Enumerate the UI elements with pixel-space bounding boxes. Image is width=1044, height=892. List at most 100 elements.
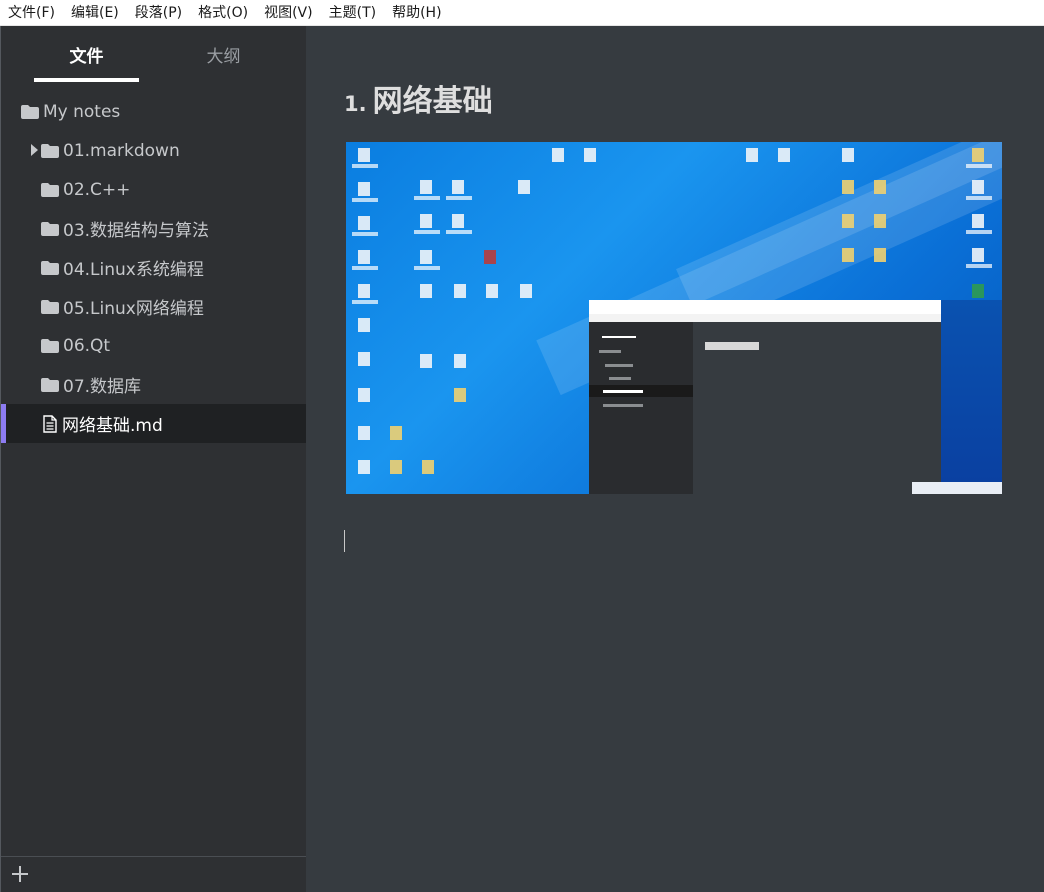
nested-tree-row (599, 350, 621, 353)
desktop-icon (454, 354, 466, 368)
desktop-icon-label (966, 196, 992, 200)
desktop-icon (972, 148, 984, 162)
desktop-icon-label (966, 164, 992, 168)
desktop-icon-label (352, 198, 378, 202)
file-tree: My notes 01.markdown 02.C++ 03.数据结构与算法 0… (1, 92, 306, 443)
menu-view[interactable]: 视图(V) (256, 0, 321, 26)
desktop-icon-label (966, 264, 992, 268)
tree-item-02-cpp[interactable]: 02.C++ (1, 170, 306, 209)
tree-root-my-notes[interactable]: My notes (1, 92, 306, 131)
tree-item-04-linux-system[interactable]: 04.Linux系统编程 (1, 248, 306, 287)
desktop-icon (452, 180, 464, 194)
menu-edit[interactable]: 编辑(E) (63, 0, 127, 26)
tree-item-label: 02.C++ (63, 179, 131, 200)
sidebar: 文件 大纲 My notes 01.markdown 02.C++ 03.数据结… (0, 26, 306, 892)
nested-window-editor (693, 322, 941, 494)
system-tray (912, 482, 1002, 494)
desktop-icon (358, 182, 370, 196)
nested-tree-row (603, 390, 643, 393)
folder-icon (41, 143, 59, 158)
menu-theme[interactable]: 主题(T) (321, 0, 384, 26)
tree-item-network-basics-md[interactable]: 网络基础.md (1, 404, 306, 443)
desktop-icon (484, 250, 496, 264)
editor-pane[interactable]: 1. 网络基础 (306, 26, 1044, 892)
tree-item-label: 05.Linux网络编程 (63, 299, 204, 319)
desktop-icon (972, 180, 984, 194)
desktop-icon (358, 388, 370, 402)
desktop-icon (454, 284, 466, 298)
desktop-icon (390, 460, 402, 474)
tree-item-label: 07.数据库 (63, 377, 142, 397)
embedded-desktop-screenshot[interactable] (346, 142, 1002, 494)
folder-icon (21, 104, 39, 119)
document-icon (43, 414, 57, 433)
desktop-icon (454, 388, 466, 402)
desktop-icon-label (352, 300, 378, 304)
menu-help[interactable]: 帮助(H) (384, 0, 449, 26)
tree-item-06-qt[interactable]: 06.Qt (1, 326, 306, 365)
nested-app-window (589, 300, 941, 494)
desktop-icon (874, 214, 886, 228)
desktop-icon (518, 180, 530, 194)
desktop-icon (874, 180, 886, 194)
desktop-icon (520, 284, 532, 298)
tab-files[interactable]: 文件 (34, 44, 139, 70)
nested-window-sidebar (589, 322, 693, 494)
desktop-icon (420, 250, 432, 264)
active-indicator (1, 404, 6, 443)
desktop-icon-label (446, 196, 472, 200)
desktop-icon (358, 460, 370, 474)
desktop-icon (746, 148, 758, 162)
tab-outline[interactable]: 大纲 (171, 44, 276, 70)
tree-item-label: 04.Linux系统编程 (63, 260, 204, 280)
tree-item-01-markdown[interactable]: 01.markdown (1, 131, 306, 170)
menu-file[interactable]: 文件(F) (0, 0, 63, 26)
menu-paragraph[interactable]: 段落(P) (127, 0, 190, 26)
menu-format[interactable]: 格式(O) (190, 0, 256, 26)
nested-heading (705, 342, 759, 350)
tree-item-label: 06.Qt (63, 335, 111, 356)
desktop-icon (842, 148, 854, 162)
nested-window-titlebar (589, 300, 941, 314)
chevron-right-icon[interactable] (31, 144, 38, 156)
nested-tab-indicator (602, 336, 636, 338)
desktop-icon-label (352, 164, 378, 168)
desktop-icon (842, 180, 854, 194)
desktop-icon (422, 460, 434, 474)
desktop-icon-label (414, 266, 440, 270)
desktop-icon (778, 148, 790, 162)
desktop-icon (420, 354, 432, 368)
desktop-icon (584, 148, 596, 162)
tree-item-label: 03.数据结构与算法 (63, 221, 210, 241)
tree-item-label: 网络基础.md (62, 416, 163, 436)
desktop-icon (358, 352, 370, 366)
text-cursor (344, 530, 345, 552)
desktop-icon-label (446, 230, 472, 234)
desktop-icon-label (966, 230, 992, 234)
desktop-icon-label (414, 230, 440, 234)
add-icon[interactable] (11, 865, 29, 883)
desktop-icon (486, 284, 498, 298)
sidebar-footer (1, 856, 306, 892)
desktop-icon (842, 214, 854, 228)
wallpaper-light-beam (676, 142, 1002, 306)
desktop-icon (874, 248, 886, 262)
desktop-icon (972, 284, 984, 298)
folder-icon (41, 377, 59, 392)
tree-item-03-algorithms[interactable]: 03.数据结构与算法 (1, 209, 306, 248)
tree-item-07-database[interactable]: 07.数据库 (1, 365, 306, 404)
nested-tree-row (605, 364, 633, 367)
desktop-icon (420, 180, 432, 194)
tree-item-label: 01.markdown (63, 140, 180, 161)
heading-number: 1. (344, 92, 367, 116)
tree-root-label: My notes (43, 101, 121, 122)
desktop-icon (420, 214, 432, 228)
heading-1[interactable]: 1. 网络基础 (344, 76, 493, 120)
desktop-icon (358, 284, 370, 298)
tree-item-05-linux-network[interactable]: 05.Linux网络编程 (1, 287, 306, 326)
nested-window-menubar (589, 314, 941, 322)
desktop-icon (452, 214, 464, 228)
nested-tree-row (603, 404, 643, 407)
desktop-icon (972, 248, 984, 262)
desktop-icon (390, 426, 402, 440)
